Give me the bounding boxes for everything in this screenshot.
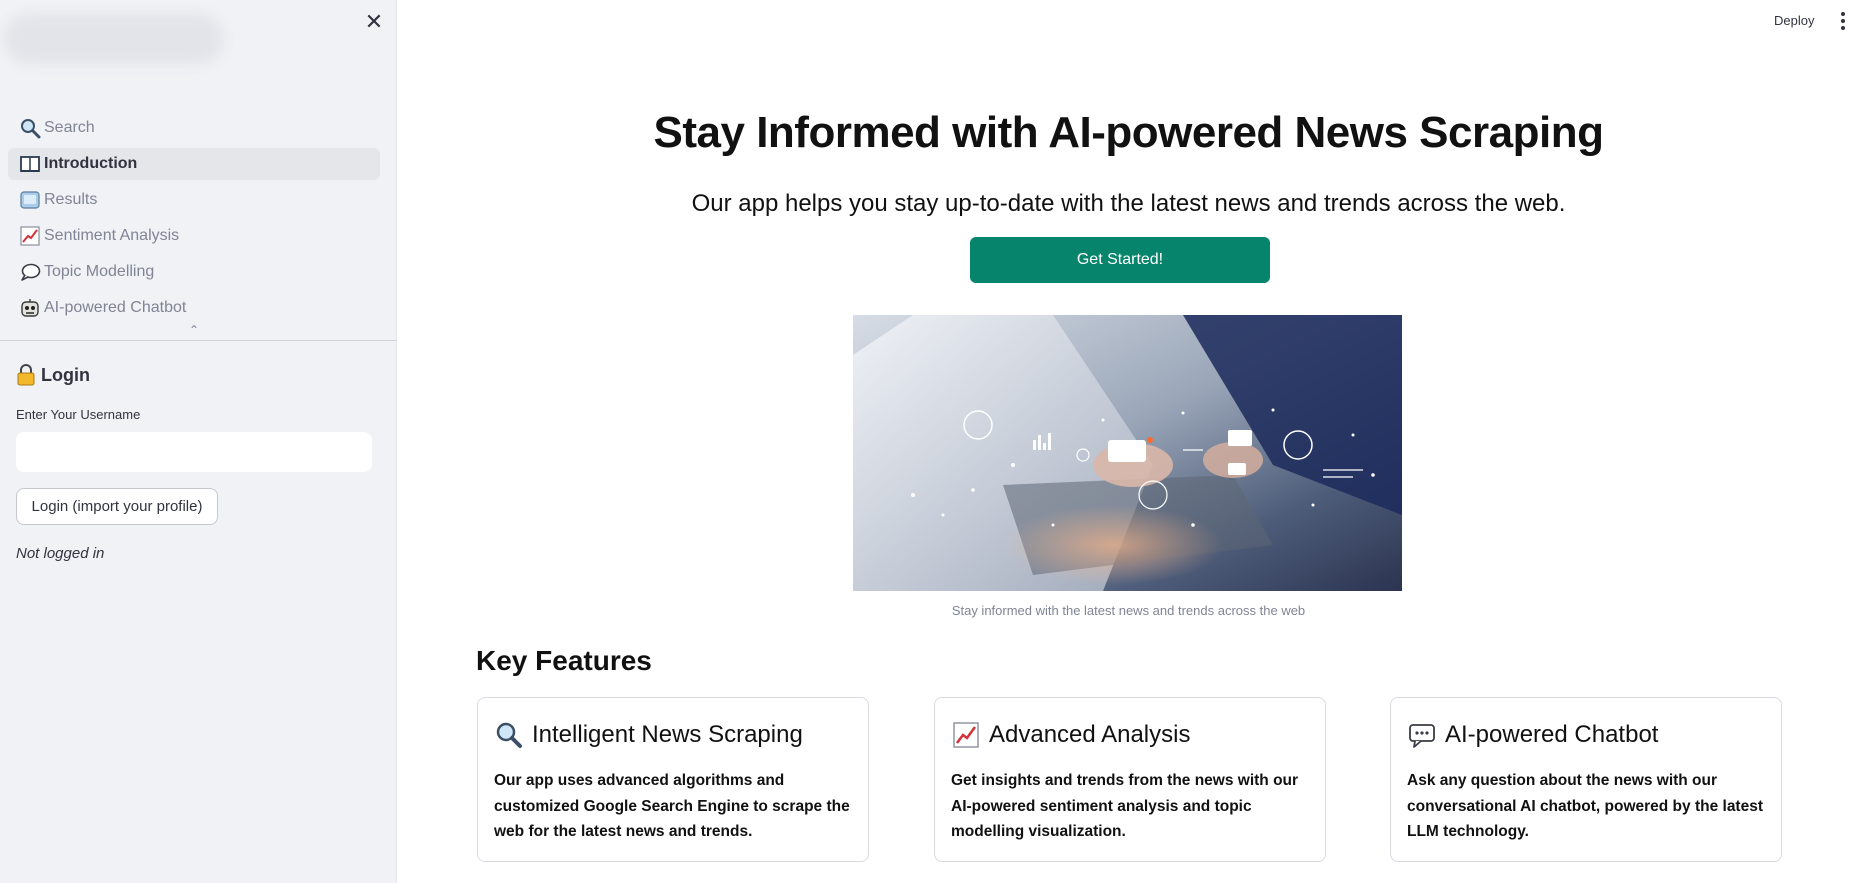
chat-bubble-icon (1407, 720, 1437, 750)
trend-chart-icon (951, 720, 981, 750)
sidebar-item-label: Topic Modelling (44, 263, 155, 280)
username-input[interactable] (16, 432, 372, 472)
login-status: Not logged in (16, 545, 105, 562)
lock-icon (16, 364, 36, 386)
feature-card-news-scraping: Intelligent News Scraping Our app uses a… (477, 697, 869, 862)
feature-title: Intelligent News Scraping (532, 721, 803, 748)
collapse-nav-icon[interactable]: ⌃ (188, 324, 200, 336)
speech-bubble-icon (18, 260, 42, 284)
sidebar-item-label: Search (44, 119, 95, 136)
login-title: Login (41, 364, 90, 385)
sidebar-item-topic-modelling[interactable]: Topic Modelling (8, 256, 380, 288)
feature-description: Get insights and trends from the news wi… (951, 772, 1299, 840)
page-title: Stay Informed with AI-powered News Scrap… (653, 108, 1604, 157)
magnifier-icon (494, 720, 524, 750)
image-caption: Stay informed with the latest news and t… (951, 603, 1306, 618)
feature-card-chatbot: AI-powered Chatbot Ask any question abou… (1390, 697, 1782, 862)
login-button[interactable]: Login (import your profile) (16, 488, 218, 525)
magnifier-icon (18, 116, 42, 140)
sidebar-item-label: Introduction (44, 155, 138, 172)
username-label: Enter Your Username (16, 407, 141, 422)
vertical-ellipsis-icon[interactable] (1835, 8, 1851, 34)
trend-chart-icon (18, 224, 42, 248)
sidebar-divider (0, 340, 397, 341)
sidebar-item-ai-chatbot[interactable]: AI-powered Chatbot (8, 292, 380, 324)
sidebar: ✕ Search Introduction Results Sentiment … (0, 0, 397, 883)
chart-box-icon (18, 188, 42, 212)
open-book-icon (18, 152, 42, 176)
sidebar-nav: Search Introduction Results Sentiment An… (8, 112, 380, 328)
sidebar-item-label: Results (44, 191, 98, 208)
sidebar-item-label: Sentiment Analysis (44, 227, 180, 244)
sidebar-item-search[interactable]: Search (8, 112, 380, 144)
page-subtitle: Our app helps you stay up-to-date with t… (691, 190, 1566, 217)
feature-title: AI-powered Chatbot (1445, 721, 1659, 748)
feature-card-analysis: Advanced Analysis Get insights and trend… (934, 697, 1326, 862)
sidebar-item-sentiment-analysis[interactable]: Sentiment Analysis (8, 220, 380, 252)
feature-description: Ask any question about the news with our… (1407, 772, 1764, 840)
hero-image (853, 315, 1402, 591)
sidebar-item-introduction[interactable]: Introduction (8, 148, 380, 180)
feature-title: Advanced Analysis (989, 721, 1191, 748)
robot-icon (18, 296, 42, 320)
sidebar-item-results[interactable]: Results (8, 184, 380, 216)
feature-description: Our app uses advanced algorithms and cus… (494, 772, 850, 840)
section-title: Key Features (476, 645, 652, 676)
app-logo (4, 14, 224, 64)
deploy-button[interactable]: Deploy (1766, 8, 1822, 34)
login-heading: Login (16, 364, 90, 386)
sidebar-item-label: AI-powered Chatbot (44, 299, 187, 316)
close-icon[interactable]: ✕ (362, 10, 386, 34)
get-started-button[interactable]: Get Started! (970, 237, 1270, 283)
